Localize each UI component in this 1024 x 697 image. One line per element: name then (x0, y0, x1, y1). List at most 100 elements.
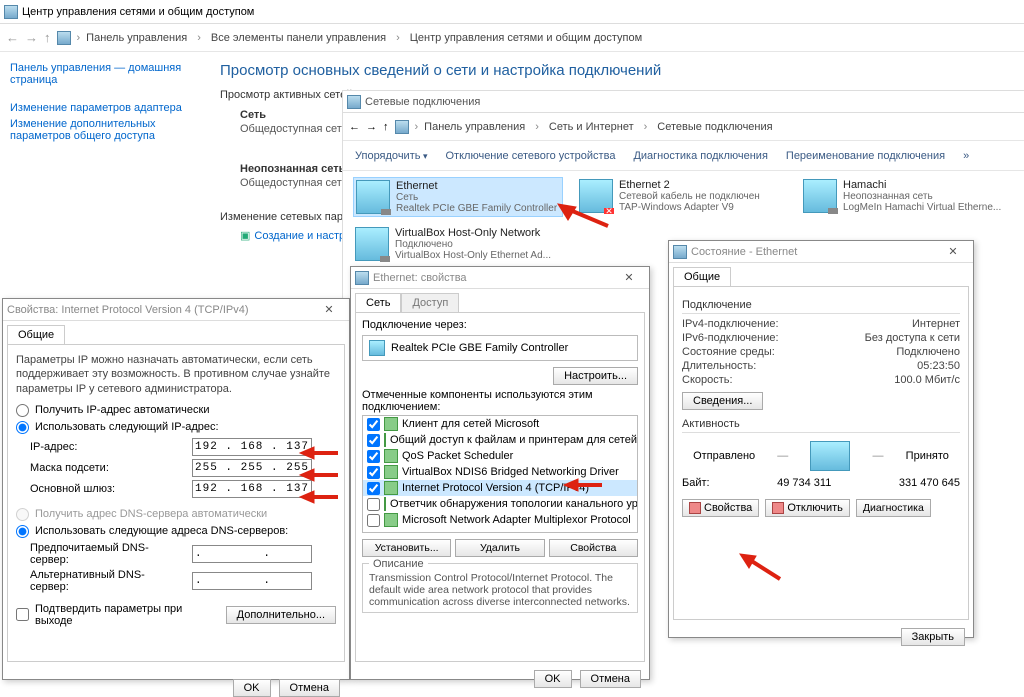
install-button[interactable]: Установить... (362, 539, 451, 557)
more-chevron-icon[interactable]: » (963, 150, 969, 162)
component-icon (384, 481, 398, 495)
validate-on-exit-label: Подтвердить параметры при выходе (35, 603, 220, 627)
window-title: Сетевые подключения (365, 96, 480, 108)
window-title: Центр управления сетями и общим доступом (22, 6, 254, 18)
component-icon (384, 513, 398, 527)
preferred-dns-label: Предпочитаемый DNS-сервер: (30, 542, 180, 566)
close-icon[interactable]: ✕ (613, 271, 645, 284)
advanced-button[interactable]: Дополнительно... (226, 606, 336, 624)
breadcrumb-item[interactable]: Центр управления сетями и общим доступом (410, 32, 642, 44)
ipv6-label: IPv6-подключение: (682, 332, 779, 344)
validate-on-exit-checkbox[interactable] (16, 608, 29, 621)
tab-network[interactable]: Сеть (355, 293, 401, 312)
change-sharing-link[interactable]: Изменение дополнительных параметров обще… (10, 118, 190, 142)
alternate-dns-input[interactable] (192, 572, 312, 590)
adapter-ethernet2[interactable]: Ethernet 2 Сетевой кабель не подключен T… (577, 177, 787, 217)
disable-button[interactable]: Отключить (765, 499, 850, 517)
manual-ip-radio[interactable] (16, 421, 29, 434)
item-label: VirtualBox NDIS6 Bridged Networking Driv… (402, 466, 619, 478)
adapter-device: LogMeIn Hamachi Virtual Etherne... (843, 202, 1001, 213)
nav-fwd-icon[interactable]: → (366, 121, 377, 133)
list-item[interactable]: Клиент для сетей Microsoft (363, 416, 637, 432)
nav-back-icon[interactable]: ← (6, 30, 19, 45)
properties-button[interactable]: Свойства (682, 499, 759, 517)
ipv4-value: Интернет (912, 318, 960, 330)
tab-general[interactable]: Общие (673, 267, 731, 286)
nav-up-icon[interactable]: ↑ (44, 30, 51, 45)
details-button[interactable]: Сведения... (682, 392, 763, 410)
adapter-device: TAP-Windows Adapter V9 (619, 202, 760, 213)
list-item[interactable]: Общий доступ к файлам и принтерам для се… (363, 432, 637, 448)
gateway-input[interactable] (192, 480, 312, 498)
change-adapter-link[interactable]: Изменение параметров адаптера (10, 102, 190, 114)
breadcrumb-icon (395, 120, 409, 134)
breadcrumb-item[interactable]: Сетевые подключения (657, 121, 772, 133)
rename-button[interactable]: Переименование подключения (786, 150, 945, 162)
auto-ip-label: Получить IP-адрес автоматически (35, 404, 209, 416)
properties-button[interactable]: Свойства (549, 539, 638, 557)
nav-back-icon[interactable]: ← (349, 121, 360, 133)
ipv4-description: Параметры IP можно назначать автоматичес… (16, 353, 336, 396)
breadcrumb-item[interactable]: Панель управления (86, 32, 187, 44)
nav-up-icon[interactable]: ↑ (383, 121, 389, 133)
close-icon[interactable]: ✕ (937, 245, 969, 258)
nav-fwd-icon[interactable]: → (25, 30, 38, 45)
list-item[interactable]: VirtualBox NDIS6 Bridged Networking Driv… (363, 464, 637, 480)
item-checkbox[interactable] (367, 434, 380, 447)
diagnose-button[interactable]: Диагностика (856, 499, 931, 517)
description-heading: Описание (369, 558, 428, 570)
list-item[interactable]: Ответчик обнаружения топологии канальног… (363, 496, 637, 512)
close-icon[interactable]: ✕ (313, 303, 345, 316)
adapter-ethernet[interactable]: Ethernet Сеть Realtek PCIe GBE Family Co… (353, 177, 563, 217)
item-checkbox[interactable] (367, 514, 380, 527)
connection-heading: Подключение (682, 299, 960, 314)
manual-ip-label: Использовать следующий IP-адрес: (35, 421, 219, 433)
adapter-virtualbox[interactable]: VirtualBox Host-Only Network Подключено … (353, 225, 563, 263)
breadcrumb-item[interactable]: Все элементы панели управления (211, 32, 386, 44)
organize-menu[interactable]: Упорядочить (355, 150, 428, 162)
adapter-hamachi[interactable]: Hamachi Неопознанная сеть LogMeIn Hamach… (801, 177, 1011, 217)
page-heading: Просмотр основных сведений о сети и наст… (220, 62, 661, 79)
manual-dns-radio[interactable] (16, 525, 29, 538)
component-icon (384, 449, 398, 463)
list-item-ipv4[interactable]: Internet Protocol Version 4 (TCP/IPv4) (363, 480, 637, 496)
gateway-label: Основной шлюз: (30, 483, 180, 495)
item-checkbox[interactable] (367, 450, 380, 463)
item-checkbox[interactable] (367, 418, 380, 431)
auto-ip-radio[interactable] (16, 404, 29, 417)
adapter-device: Realtek PCIe GBE Family Controller (396, 203, 557, 214)
component-icon (384, 417, 398, 431)
item-checkbox[interactable] (367, 482, 380, 495)
subnet-mask-input[interactable] (192, 459, 312, 477)
disable-device-button[interactable]: Отключение сетевого устройства (446, 150, 616, 162)
list-item[interactable]: Microsoft Network Adapter Multiplexor Pr… (363, 512, 637, 528)
adapter-status: Сетевой кабель не подключен (619, 191, 760, 202)
item-checkbox[interactable] (367, 466, 380, 479)
item-label: QoS Packet Scheduler (402, 450, 513, 462)
close-button[interactable]: Закрыть (901, 628, 965, 646)
item-checkbox[interactable] (367, 498, 380, 511)
tab-general[interactable]: Общие (7, 325, 65, 344)
speed-label: Скорость: (682, 374, 733, 386)
ok-button[interactable]: OK (534, 670, 572, 688)
bytes-recv-value: 331 470 645 (899, 477, 960, 489)
cancel-button[interactable]: Отмена (580, 670, 641, 688)
bytes-sent-value: 49 734 311 (777, 477, 831, 489)
breadcrumb-item[interactable]: Сеть и Интернет (549, 121, 634, 133)
diagnose-button[interactable]: Диагностика подключения (633, 150, 767, 162)
component-icon (384, 497, 386, 511)
adapter-icon (355, 227, 389, 261)
remove-button[interactable]: Удалить (455, 539, 544, 557)
control-panel-home-link[interactable]: Панель управления — домашняя страница (10, 62, 190, 86)
adapter-box: Realtek PCIe GBE Family Controller (362, 335, 638, 361)
configure-button[interactable]: Настроить... (553, 367, 638, 385)
adapter-status: Подключено (395, 239, 551, 250)
activity-icon (810, 441, 850, 471)
breadcrumb-item[interactable]: Панель управления (424, 121, 525, 133)
tab-access[interactable]: Доступ (401, 293, 459, 312)
window-title: Состояние - Ethernet (691, 246, 797, 258)
preferred-dns-input[interactable] (192, 545, 312, 563)
list-item[interactable]: QoS Packet Scheduler (363, 448, 637, 464)
components-list[interactable]: Клиент для сетей Microsoft Общий доступ … (362, 415, 638, 533)
ip-address-input[interactable] (192, 438, 312, 456)
